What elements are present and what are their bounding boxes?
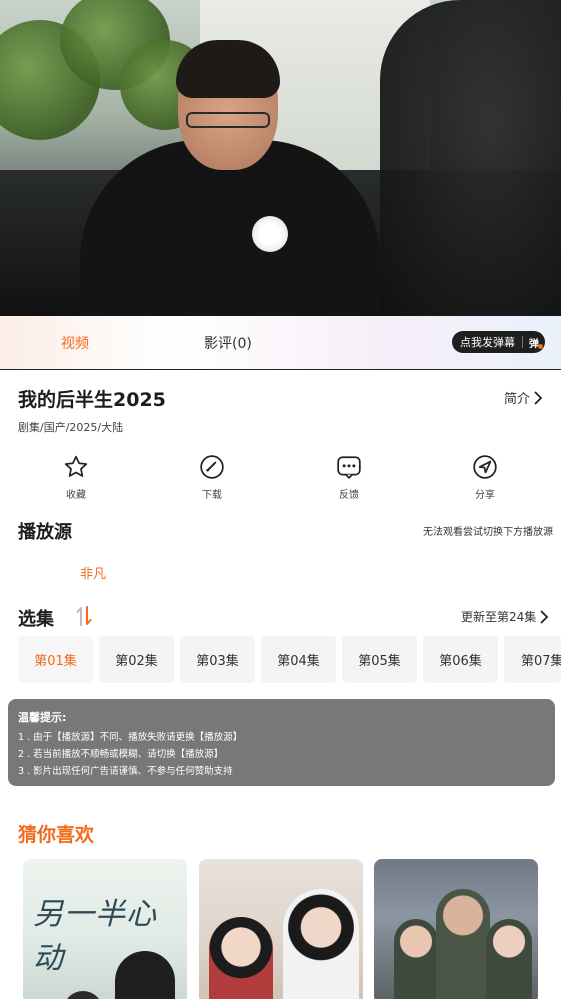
intro-link[interactable]: 简介 (504, 388, 543, 407)
video-person-hair (176, 40, 280, 98)
share-button[interactable]: 分享 (455, 453, 515, 501)
feedback-icon (337, 456, 361, 480)
tips-line: 2 . 若当前播放不顺畅或模糊、请切换【播放源】 (18, 749, 224, 760)
tips-line: 1 . 由于【播放源】不同、播放失败请更换【播放源】 (18, 732, 243, 743)
intro-link-label: 简介 (504, 392, 531, 407)
feedback-label: 反馈 (339, 490, 359, 501)
video-flower (252, 216, 288, 252)
update-status-label: 更新至第24集 (461, 610, 537, 624)
download-gauge-icon (200, 455, 224, 479)
tips-line: 3 . 影片出现任何广告请谨慎、不参与任何赞助支持 (18, 766, 233, 777)
share-label: 分享 (475, 490, 495, 501)
episodes-section-title: 选集 (18, 609, 54, 630)
sort-order-icon[interactable] (75, 605, 93, 627)
danmu-toggle-icon[interactable]: 弹 (529, 335, 543, 350)
video-player[interactable] (0, 0, 561, 316)
favorite-label: 收藏 (66, 490, 86, 501)
source-hint: 无法观看尝试切换下方播放源 (423, 527, 553, 538)
send-danmu-button[interactable]: 点我发弹幕 弹 (452, 331, 545, 353)
episode-item[interactable]: 第06集 (423, 636, 498, 683)
download-label: 下载 (202, 490, 222, 501)
video-person-glasses (186, 112, 270, 128)
recommend-poster[interactable] (374, 859, 538, 999)
episode-item[interactable]: 第01集 (18, 636, 93, 683)
episode-item[interactable]: 第07集 (504, 636, 561, 683)
episode-item[interactable]: 第05集 (342, 636, 417, 683)
video-blurred-figure (380, 0, 561, 316)
recommend-poster[interactable] (199, 859, 363, 999)
chevron-right-icon (540, 610, 549, 623)
poster-figure (63, 991, 103, 999)
poster-figure (486, 919, 532, 999)
source-section-title: 播放源 (18, 522, 72, 543)
poster-figure (283, 889, 359, 999)
episode-item[interactable]: 第03集 (180, 636, 255, 683)
poster-figure (394, 919, 438, 999)
tab-reviews[interactable]: 影评(0) (204, 333, 252, 353)
star-icon (64, 455, 88, 477)
tab-video[interactable]: 视频 (61, 333, 89, 353)
episode-item[interactable]: 第04集 (261, 636, 336, 683)
favorite-button[interactable]: 收藏 (46, 453, 106, 501)
episode-item[interactable]: 第02集 (99, 636, 174, 683)
poster-figure (436, 889, 490, 999)
feedback-button[interactable]: 反馈 (319, 453, 379, 501)
tips-title: 温馨提示: (18, 711, 67, 724)
recommend-poster[interactable]: 另一半心动 (23, 859, 187, 999)
source-item-feifan[interactable]: 非凡 (80, 563, 106, 582)
recommend-section-title: 猜你喜欢 (18, 824, 95, 846)
chevron-right-icon (534, 391, 543, 404)
show-title: 我的后半生2025 (18, 389, 166, 411)
episode-list: 第01集 第02集 第03集 第04集 第05集 第06集 第07集 (18, 636, 561, 683)
send-danmu-label: 点我发弹幕 (460, 336, 515, 349)
update-status-link[interactable]: 更新至第24集 (461, 608, 549, 625)
danmu-divider (522, 336, 523, 348)
poster-figure (209, 917, 273, 999)
download-button[interactable]: 下载 (182, 453, 242, 501)
tips-box: 温馨提示: 1 . 由于【播放源】不同、播放失败请更换【播放源】 2 . 若当前… (8, 699, 555, 786)
show-meta: 剧集/国产/2025/大陆 (18, 421, 124, 434)
share-icon (473, 455, 497, 479)
